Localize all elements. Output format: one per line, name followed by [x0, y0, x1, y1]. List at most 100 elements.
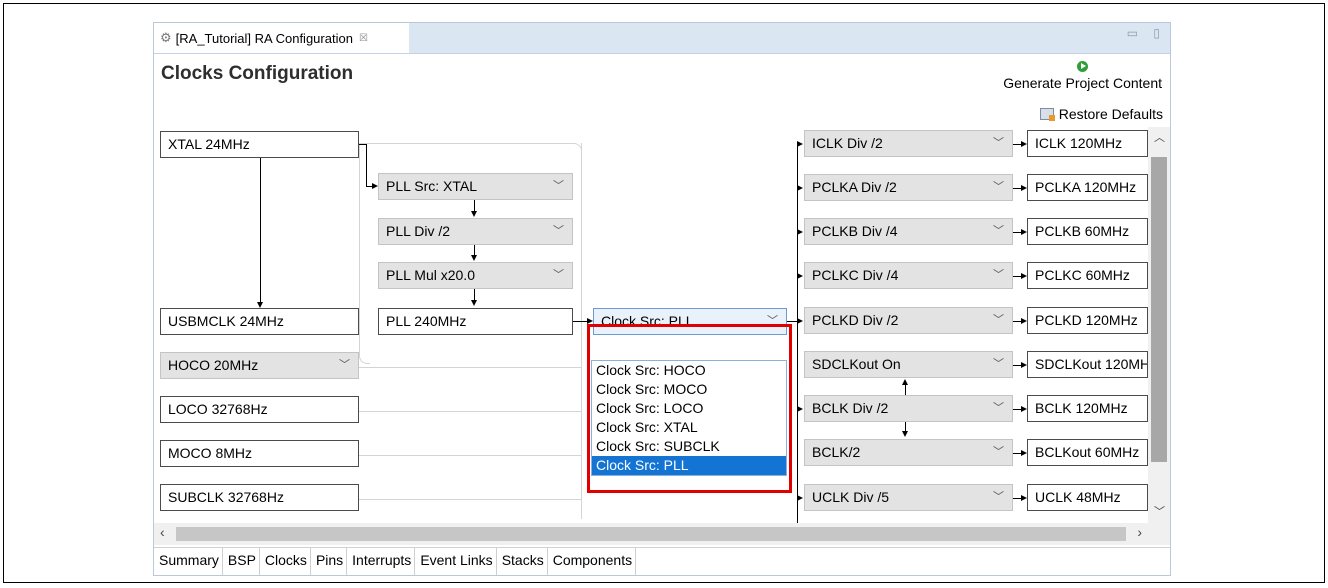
hoco-select-value: HOCO 20MHz: [168, 357, 259, 373]
loco-box[interactable]: LOCO 32768Hz: [160, 396, 359, 423]
restore-defaults-button[interactable]: Restore Defaults: [1039, 106, 1163, 122]
moco-connector: [359, 455, 581, 456]
moco-box[interactable]: MOCO 8MHz: [160, 440, 359, 467]
arrow-right-icon: [797, 495, 803, 501]
tab-interrupts[interactable]: Interrupts: [347, 548, 416, 575]
pll-div-value: PLL Div /2: [386, 223, 451, 239]
usbmclk-box[interactable]: USBMCLK 24MHz: [160, 308, 359, 335]
pclkd-div-value: PCLKD Div /2: [812, 312, 899, 328]
pll-src-value: PLL Src: XTAL: [386, 178, 478, 194]
pclkb-div-value: PCLKB Div /4: [812, 223, 898, 239]
pll-src-select[interactable]: PLL Src: XTAL ﹀: [378, 173, 573, 200]
pll-mul-select[interactable]: PLL Mul x20.0 ﹀: [378, 262, 573, 289]
pclkc-div-value: PCLKC Div /4: [812, 267, 899, 283]
tab-ra-configuration[interactable]: ⚙ [RA_Tutorial] RA Configuration ☒: [154, 23, 409, 53]
tab-summary[interactable]: Summary: [154, 548, 223, 575]
bclkout-output-box[interactable]: BCLKout 60MHz: [1027, 439, 1148, 466]
tab-components[interactable]: Components: [548, 548, 637, 575]
pclkb-output-box[interactable]: PCLKB 60MHz: [1027, 218, 1148, 245]
sdclkout-select[interactable]: SDCLKout On ﹀: [804, 351, 1013, 378]
pll-div-select[interactable]: PLL Div /2 ﹀: [378, 218, 573, 245]
page-title: Clocks Configuration: [161, 63, 354, 84]
chevron-right-icon[interactable]: ›: [1137, 524, 1142, 540]
tab-clocks[interactable]: Clocks: [259, 548, 311, 575]
tab-event-links[interactable]: Event Links: [415, 548, 497, 575]
chevron-down-icon: ﹀: [993, 137, 1004, 149]
subclk-connector: [359, 499, 581, 500]
bclk-sdclk-line: [905, 385, 906, 395]
chevron-down-icon: ﹀: [993, 225, 1004, 237]
editor-page-tabs: Summary BSP Clocks Pins Interrupts Event…: [154, 547, 1170, 575]
arrow-up-icon: [902, 379, 908, 385]
clocksrc-bus-line: [787, 321, 797, 322]
hoco-connector: [359, 367, 581, 368]
iclk-div-value: ICLK Div /2: [812, 135, 883, 151]
tab-pins[interactable]: Pins: [311, 548, 348, 575]
arrow-down-icon: [902, 431, 908, 437]
iclk-div-select[interactable]: ICLK Div /2 ﹀: [804, 130, 1013, 157]
iclk-output-box[interactable]: ICLK 120MHz: [1027, 130, 1148, 157]
arrow-right-icon: [797, 141, 803, 147]
restore-defaults-label: Restore Defaults: [1058, 106, 1163, 122]
xtal-pll-line-v: [366, 144, 367, 187]
vertical-scroll-thumb[interactable]: [1151, 157, 1167, 462]
pclkd-output-box[interactable]: PCLKD 120MHz: [1027, 307, 1148, 334]
restore-defaults-icon: [1039, 108, 1055, 121]
uclk-div-select[interactable]: UCLK Div /5 ﹀: [804, 484, 1013, 511]
xtal-usb-line: [260, 158, 261, 302]
horizontal-scrollbar[interactable]: ‹ ›: [154, 523, 1170, 545]
arrow-right-icon: [797, 406, 803, 412]
sdclkout-output-box[interactable]: SDCLKout 120MHz: [1027, 351, 1148, 378]
ra-configuration-editor: ⚙ [RA_Tutorial] RA Configuration ☒ ▭ ▯ C…: [153, 22, 1171, 576]
chevron-down-icon: ﹀: [339, 359, 350, 371]
pclka-output-box[interactable]: PCLKA 120MHz: [1027, 174, 1148, 201]
tab-stacks[interactable]: Stacks: [497, 548, 548, 575]
pclka-div-select[interactable]: PCLKA Div /2 ﹀: [804, 174, 1013, 201]
hoco-select[interactable]: HOCO 20MHz ﹀: [160, 352, 359, 379]
close-icon[interactable]: ☒: [359, 33, 368, 44]
pclkb-div-select[interactable]: PCLKB Div /4 ﹀: [804, 218, 1013, 245]
loco-connector: [359, 411, 581, 412]
pll-group-outline-left: [359, 143, 370, 364]
chevron-left-icon[interactable]: ‹: [160, 524, 165, 540]
pclka-div-value: PCLKA Div /2: [812, 179, 897, 195]
arrow-right-icon: [797, 185, 803, 191]
chevron-down-icon: ﹀: [993, 269, 1004, 281]
chevron-down-icon[interactable]: ﹀: [1154, 503, 1165, 519]
arrow-right-icon: [797, 273, 803, 279]
xtal-box[interactable]: XTAL 24MHz: [160, 131, 359, 158]
pclkd-div-select[interactable]: PCLKD Div /2 ﹀: [804, 307, 1013, 334]
clock-diagram: XTAL 24MHz USBMCLK 24MHz HOCO 20MHz ﹀ LOC…: [154, 127, 1148, 523]
subclk-box[interactable]: SUBCLK 32768Hz: [160, 484, 359, 511]
chevron-down-icon: ﹀: [993, 181, 1004, 193]
chevron-down-icon: ﹀: [993, 446, 1004, 458]
window-controls[interactable]: ▭ ▯: [1127, 26, 1166, 40]
tab-bsp[interactable]: BSP: [223, 548, 260, 575]
generate-project-content-button[interactable]: Generate Project Content: [1003, 59, 1162, 91]
pll-output-box[interactable]: PLL 240MHz: [378, 308, 573, 335]
uclk-div-value: UCLK Div /5: [812, 489, 890, 505]
arrow-right-icon: [797, 229, 803, 235]
pclkc-div-select[interactable]: PCLKC Div /4 ﹀: [804, 262, 1013, 289]
bclk-div-select[interactable]: BCLK Div /2 ﹀: [804, 395, 1013, 422]
chevron-up-icon[interactable]: ︿: [1154, 129, 1165, 145]
arrow-right-icon: [797, 318, 803, 324]
bclk2-select[interactable]: BCLK/2 ﹀: [804, 439, 1013, 466]
chevron-down-icon: ﹀: [553, 180, 564, 192]
pll-mul-value: PLL Mul x20.0: [386, 267, 475, 283]
chevron-down-icon: ﹀: [993, 491, 1004, 503]
chevron-down-icon: ﹀: [553, 269, 564, 281]
arrow-down-icon: [471, 211, 477, 217]
run-icon: [1077, 61, 1089, 72]
editor-tab-strip: ⚙ [RA_Tutorial] RA Configuration ☒ ▭ ▯: [154, 23, 1170, 54]
pclkc-output-box[interactable]: PCLKC 60MHz: [1027, 262, 1148, 289]
arrow-down-icon: [471, 300, 477, 306]
gear-icon: ⚙: [160, 30, 172, 45]
bclk2-value: BCLK/2: [812, 444, 861, 460]
horizontal-scroll-thumb[interactable]: [176, 527, 1126, 541]
vertical-scrollbar[interactable]: ︿ ﹀: [1148, 127, 1170, 523]
generate-label: Generate Project Content: [1003, 75, 1162, 91]
uclk-output-box[interactable]: UCLK 48MHz: [1027, 484, 1148, 511]
divider-bus: [797, 144, 798, 523]
bclk-output-box[interactable]: BCLK 120MHz: [1027, 395, 1148, 422]
